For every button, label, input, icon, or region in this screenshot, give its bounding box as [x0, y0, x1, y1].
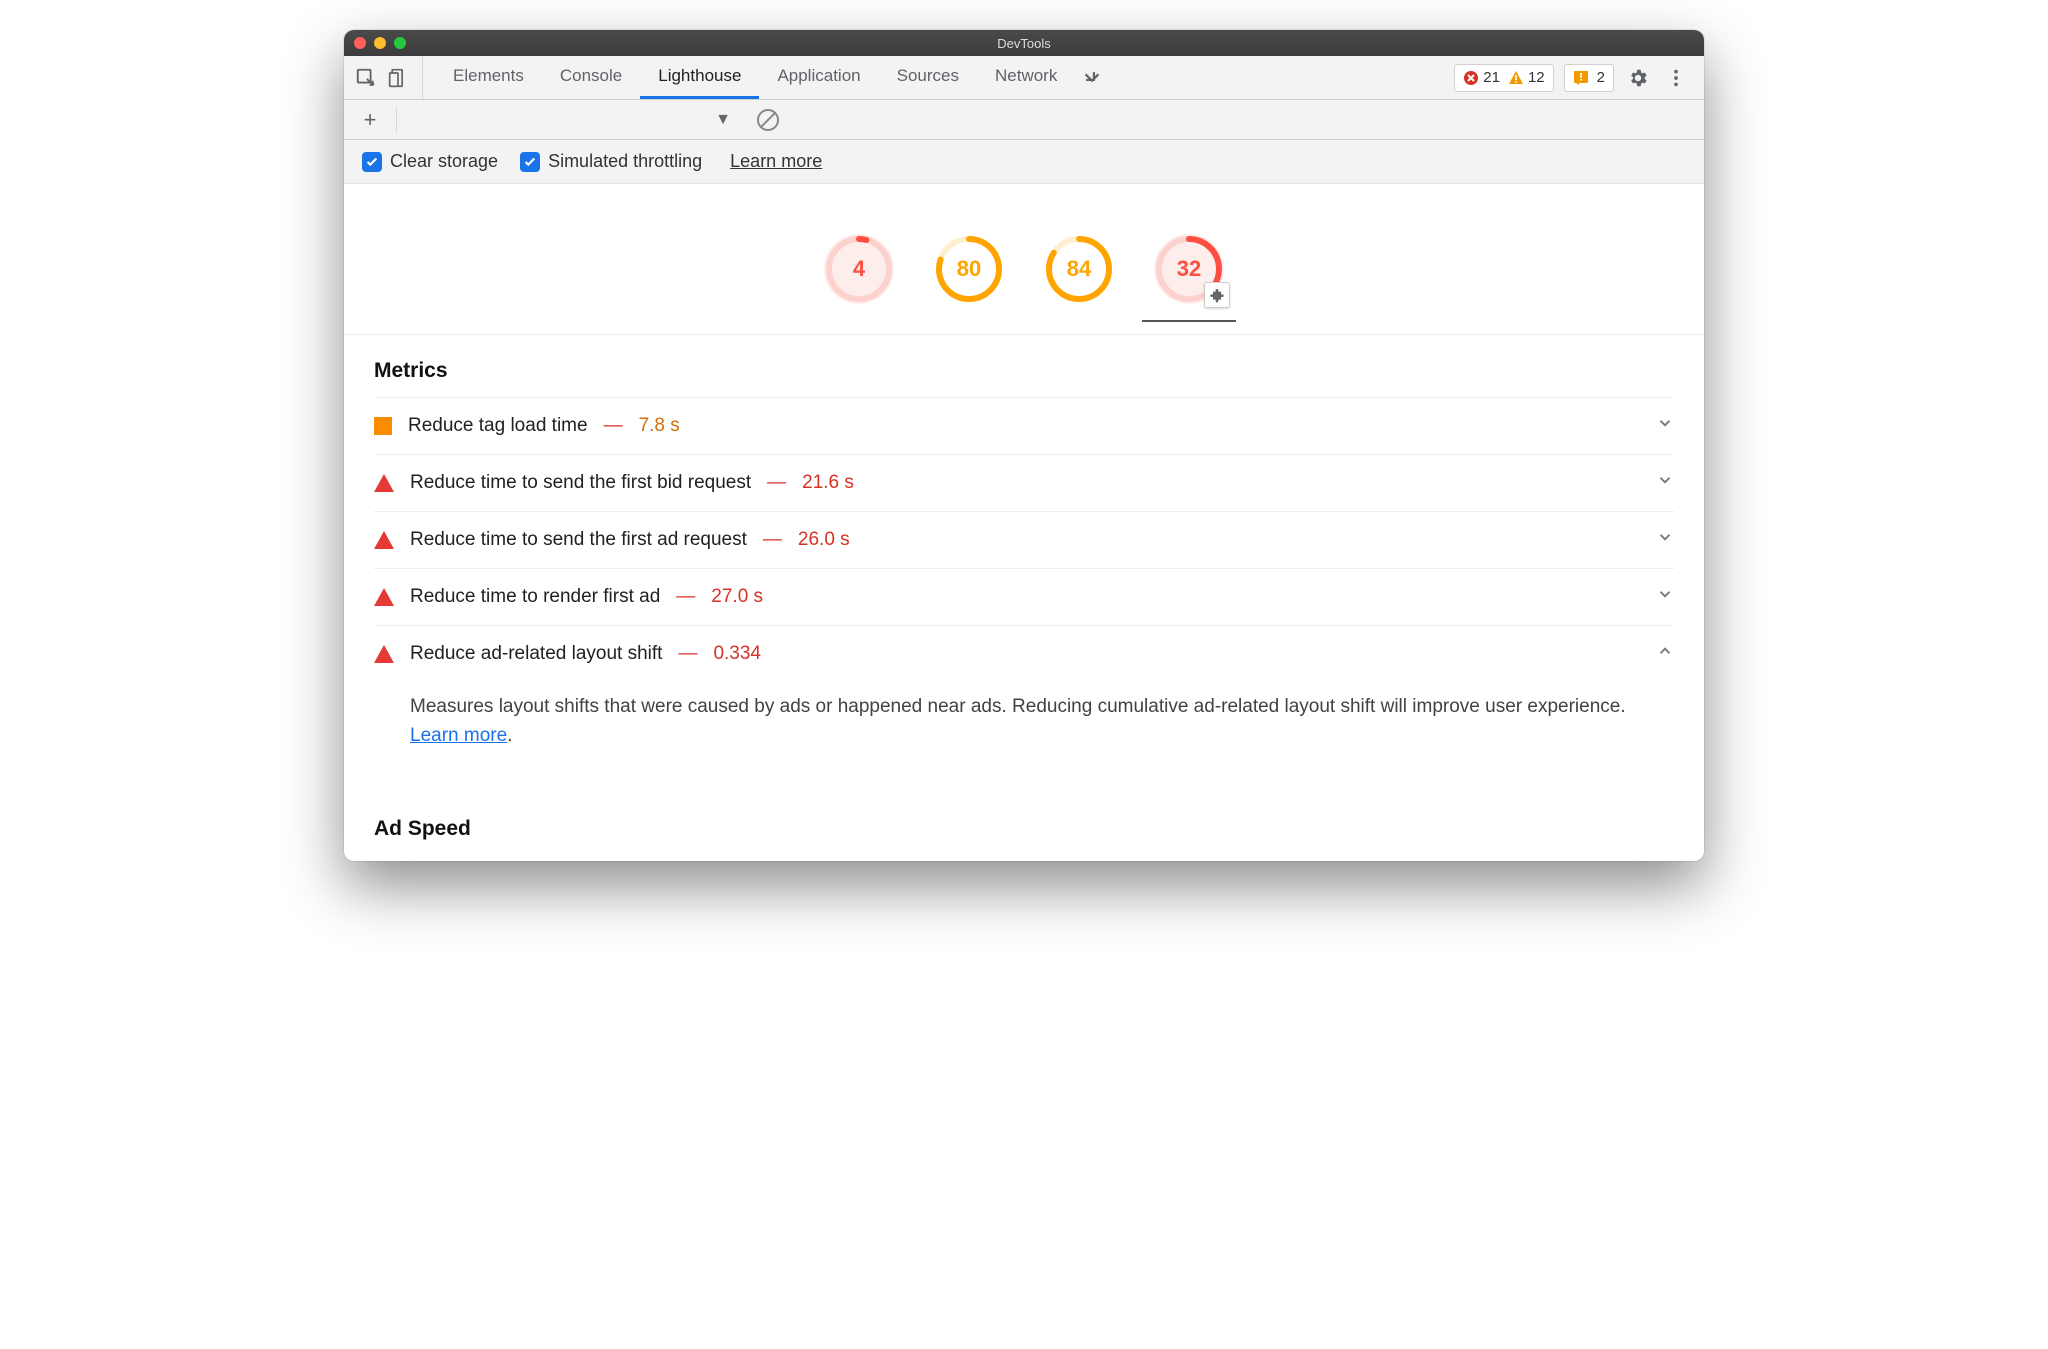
score-gauge-3[interactable]: 32 — [1154, 234, 1224, 304]
inspect-element-icon[interactable] — [352, 64, 380, 92]
metric-row[interactable]: Reduce tag load time — 7.8 s — [374, 397, 1674, 454]
lighthouse-options: Clear storage Simulated throttling Learn… — [344, 140, 1704, 184]
devtools-window: DevTools Elements Console Lighthouse App… — [344, 30, 1704, 861]
window-title: DevTools — [344, 36, 1704, 51]
triangle-marker-icon — [374, 474, 394, 492]
metric-name: Reduce time to send the first ad request — [410, 529, 747, 551]
tab-application[interactable]: Application — [759, 56, 878, 99]
metric-value: 7.8 s — [639, 415, 680, 437]
checkbox-checked-icon — [362, 152, 382, 172]
metric-row[interactable]: Reduce time to send the first ad request… — [374, 511, 1674, 568]
more-tabs-icon[interactable] — [1081, 67, 1103, 89]
simulated-throttling-checkbox[interactable]: Simulated throttling — [520, 151, 702, 172]
score-gauge-1[interactable]: 80 — [934, 234, 1004, 304]
metric-description: Measures layout shifts that were caused … — [374, 682, 1674, 773]
metric-name: Reduce time to render first ad — [410, 586, 660, 608]
new-report-button[interactable]: + — [358, 107, 382, 133]
warning-icon — [1508, 70, 1524, 86]
chevron-down-icon — [1656, 414, 1674, 438]
triangle-marker-icon — [374, 588, 394, 606]
metric-value: 0.334 — [713, 643, 761, 665]
issues-count: 2 — [1597, 69, 1605, 86]
triangle-marker-icon — [374, 645, 394, 663]
score-gauges: 4 80 84 32 — [344, 184, 1704, 335]
lighthouse-toolbar: + ▼ — [344, 100, 1704, 140]
metric-name: Reduce tag load time — [408, 415, 588, 437]
metric-value: 26.0 s — [798, 529, 850, 551]
metric-row[interactable]: Reduce time to render first ad — 27.0 s — [374, 568, 1674, 625]
tab-sources[interactable]: Sources — [879, 56, 977, 99]
gauge-value: 84 — [1044, 234, 1114, 304]
metric-row[interactable]: Reduce ad-related layout shift — 0.334 — [374, 625, 1674, 682]
error-icon — [1463, 70, 1479, 86]
chevron-up-icon — [1656, 642, 1674, 666]
tab-elements[interactable]: Elements — [435, 56, 542, 99]
gauge-value: 80 — [934, 234, 1004, 304]
triangle-marker-icon — [374, 531, 394, 549]
warning-count: 12 — [1528, 69, 1545, 86]
metric-value: 27.0 s — [711, 586, 763, 608]
console-counters[interactable]: 21 12 — [1454, 64, 1553, 92]
settings-icon[interactable] — [1624, 64, 1652, 92]
report-dropdown-caret[interactable]: ▼ — [715, 111, 731, 129]
chevron-down-icon — [1656, 585, 1674, 609]
metric-value: 21.6 s — [802, 472, 854, 494]
checkbox-checked-icon — [520, 152, 540, 172]
gauge-value: 4 — [824, 234, 894, 304]
ad-speed-heading: Ad Speed — [344, 793, 1704, 861]
issue-icon — [1573, 70, 1589, 86]
clear-storage-checkbox[interactable]: Clear storage — [362, 151, 498, 172]
score-gauge-0[interactable]: 4 — [824, 234, 894, 304]
learn-more-link[interactable]: Learn more — [410, 725, 507, 746]
score-gauge-2[interactable]: 84 — [1044, 234, 1114, 304]
report-content: 4 80 84 32 Metrics Reduce tag load time — 7… — [344, 184, 1704, 861]
learn-more-link[interactable]: Learn more — [730, 151, 822, 172]
metric-row[interactable]: Reduce time to send the first bid reques… — [374, 454, 1674, 511]
error-count: 21 — [1483, 69, 1500, 86]
device-toggle-icon[interactable] — [384, 64, 412, 92]
tab-console[interactable]: Console — [542, 56, 640, 99]
metrics-heading: Metrics — [344, 335, 1704, 387]
square-marker-icon — [374, 417, 392, 435]
titlebar: DevTools — [344, 30, 1704, 56]
clear-icon[interactable] — [757, 109, 779, 131]
metric-name: Reduce ad-related layout shift — [410, 643, 662, 665]
tab-lighthouse[interactable]: Lighthouse — [640, 56, 759, 99]
metric-name: Reduce time to send the first bid reques… — [410, 472, 751, 494]
issues-counter[interactable]: 2 — [1564, 64, 1614, 92]
panel-tabbar: Elements Console Lighthouse Application … — [344, 56, 1704, 100]
metrics-list: Reduce tag load time — 7.8 s Reduce time … — [344, 387, 1704, 793]
panel-tabs: Elements Console Lighthouse Application … — [435, 56, 1103, 99]
chevron-down-icon — [1656, 471, 1674, 495]
more-menu-icon[interactable] — [1662, 64, 1690, 92]
tab-network[interactable]: Network — [977, 56, 1075, 99]
plugin-icon — [1204, 282, 1230, 308]
chevron-down-icon — [1656, 528, 1674, 552]
